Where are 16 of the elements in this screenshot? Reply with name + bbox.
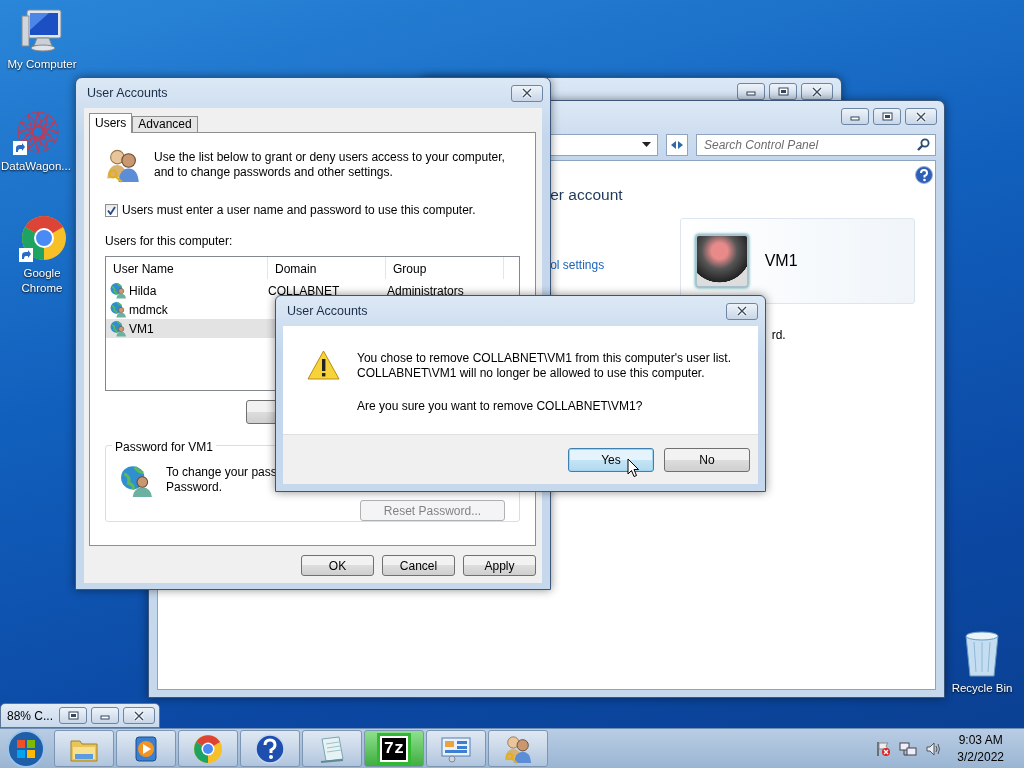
account-name: VM1 [764,251,798,271]
user-name: mdmck [129,301,168,319]
window-title: 88% C... [7,707,54,725]
question-text: Are you sure you want to remove COLLABNET\VM1? [357,398,644,415]
list-label: Users for this computer: [105,233,234,250]
note-text: rd. [771,327,787,344]
archive-icon: 7z [379,735,409,762]
table-cell-text: Administrators [387,282,464,300]
table-cell-text: COLLABNET [268,282,341,300]
page-heading: er account [550,185,623,205]
window-title: User Accounts [87,84,168,102]
user-name: Hilda [129,282,157,300]
message-text: You chose to remove COLLABNET\VM1 from this computer's user list. COLLABNET\VM1 will no longer be allowed to use this computer. [357,351,731,381]
intro-text: Use the list below to grant or deny users access to your computer, and to change passwords and other settings. [154,149,505,181]
window-title: User Accounts [287,302,368,320]
user-name: VM1 [129,320,154,338]
